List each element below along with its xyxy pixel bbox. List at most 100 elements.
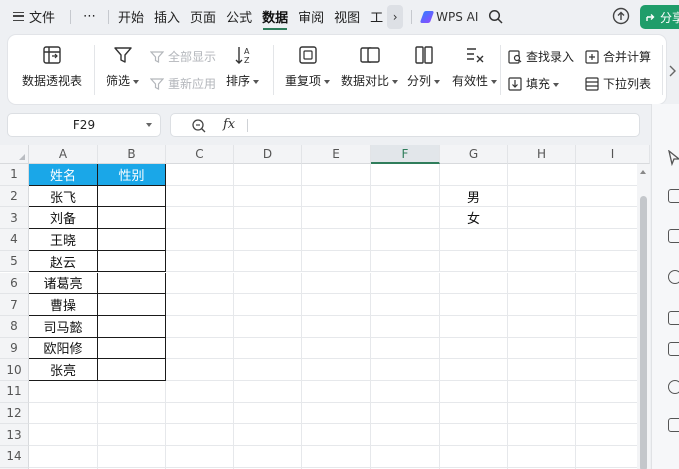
cell-g1[interactable] xyxy=(440,164,508,186)
cell-f11[interactable] xyxy=(371,381,440,403)
consolidate-button[interactable]: 合并计算 xyxy=(585,48,651,65)
lookup-entry-button[interactable]: 查找录入 xyxy=(508,48,574,65)
more-menu[interactable]: ⋯ xyxy=(75,0,104,33)
cell-c4[interactable] xyxy=(166,229,234,251)
wps-ai-button[interactable]: WPS AI xyxy=(416,10,484,24)
tab-page[interactable]: 页面 xyxy=(185,0,221,33)
cell-d1[interactable] xyxy=(234,164,302,186)
cell-f12[interactable] xyxy=(371,402,440,425)
cell-g8[interactable] xyxy=(440,315,508,338)
cell-h8[interactable] xyxy=(508,315,576,338)
column-header-g[interactable]: G xyxy=(440,145,508,164)
cell-c2[interactable] xyxy=(166,185,234,208)
cell-b5[interactable] xyxy=(98,250,166,273)
function-icon[interactable]: fx xyxy=(223,117,235,132)
cell-c9[interactable] xyxy=(166,337,234,360)
compare-button[interactable]: 数据对比 xyxy=(341,44,399,89)
cell-b9[interactable] xyxy=(98,337,166,360)
cell-b14[interactable] xyxy=(98,446,166,468)
tab-formula[interactable]: 公式 xyxy=(221,0,257,33)
row-header-6[interactable]: 6 xyxy=(0,272,29,295)
cell-e13[interactable] xyxy=(302,424,371,447)
row-header-14[interactable]: 14 xyxy=(0,446,29,468)
validity-button[interactable]: 有效性 xyxy=(452,44,498,89)
cell-h6[interactable] xyxy=(508,272,576,295)
cell-g12[interactable] xyxy=(440,402,508,425)
cell-e3[interactable] xyxy=(302,207,371,230)
cell-d3[interactable] xyxy=(234,207,302,230)
row-header-2[interactable]: 2 xyxy=(0,185,29,208)
cell-a5[interactable]: 赵云 xyxy=(29,250,98,273)
cell-h9[interactable] xyxy=(508,337,576,360)
fill-button[interactable]: 填充 xyxy=(508,75,560,92)
cell-a13[interactable] xyxy=(29,424,98,447)
cell-g4[interactable] xyxy=(440,229,508,251)
cell-d14[interactable] xyxy=(234,446,302,468)
cell-g10[interactable] xyxy=(440,359,508,381)
cell-f6[interactable] xyxy=(371,272,440,295)
tab-review[interactable]: 审阅 xyxy=(293,0,329,33)
cell-e11[interactable] xyxy=(302,381,371,403)
column-header-d[interactable]: D xyxy=(234,145,302,164)
cell-e8[interactable] xyxy=(302,315,371,338)
cell-f10[interactable] xyxy=(371,359,440,381)
cell-h12[interactable] xyxy=(508,402,576,425)
cell-b3[interactable] xyxy=(98,207,166,230)
zoom-icon[interactable] xyxy=(191,118,207,134)
tab-home[interactable]: 开始 xyxy=(113,0,149,33)
cell-g6[interactable] xyxy=(440,272,508,295)
cell-e14[interactable] xyxy=(302,446,371,468)
cell-c12[interactable] xyxy=(166,402,234,425)
row-header-9[interactable]: 9 xyxy=(0,337,29,360)
cell-b7[interactable] xyxy=(98,294,166,316)
row-header-3[interactable]: 3 xyxy=(0,207,29,230)
cell-f1[interactable] xyxy=(371,164,440,186)
cell-h5[interactable] xyxy=(508,250,576,273)
cell-b6[interactable] xyxy=(98,272,166,295)
cell-c5[interactable] xyxy=(166,250,234,273)
cell-h1[interactable] xyxy=(508,164,576,186)
column-header-a[interactable]: A xyxy=(29,145,98,164)
cell-a8[interactable]: 司马懿 xyxy=(29,315,98,338)
cell-g7[interactable] xyxy=(440,294,508,316)
cell-f8[interactable] xyxy=(371,315,440,338)
cell-c14[interactable] xyxy=(166,446,234,468)
cell-c1[interactable] xyxy=(166,164,234,186)
cell-e9[interactable] xyxy=(302,337,371,360)
scrollbar-thumb[interactable] xyxy=(640,196,647,469)
cell-d13[interactable] xyxy=(234,424,302,447)
cell-a11[interactable] xyxy=(29,381,98,403)
file-menu[interactable]: 文件 xyxy=(0,0,60,33)
cell-d7[interactable] xyxy=(234,294,302,316)
split-button[interactable]: 分列 xyxy=(407,44,441,89)
cell-h3[interactable] xyxy=(508,207,576,230)
cell-g3[interactable]: 女 xyxy=(440,207,508,230)
shapes-icon[interactable] xyxy=(668,270,679,284)
row-header-11[interactable]: 11 xyxy=(0,381,29,403)
cell-g11[interactable] xyxy=(440,381,508,403)
cell-f4[interactable] xyxy=(371,229,440,251)
cell-c11[interactable] xyxy=(166,381,234,403)
more-tools-icon[interactable] xyxy=(668,418,679,432)
cell-e10[interactable] xyxy=(302,359,371,381)
name-box[interactable]: F29 xyxy=(7,113,161,137)
cell-c13[interactable] xyxy=(166,424,234,447)
cell-d4[interactable] xyxy=(234,229,302,251)
cell-h14[interactable] xyxy=(508,446,576,468)
row-header-13[interactable]: 13 xyxy=(0,424,29,447)
cell-d9[interactable] xyxy=(234,337,302,360)
cloud-upload-icon[interactable] xyxy=(612,7,630,25)
cell-a7[interactable]: 曹操 xyxy=(29,294,98,316)
row-header-7[interactable]: 7 xyxy=(0,294,29,316)
vertical-scrollbar[interactable] xyxy=(637,164,650,469)
row-header-12[interactable]: 12 xyxy=(0,402,29,425)
cell-b1[interactable]: 性别 xyxy=(98,164,166,186)
cell-f3[interactable] xyxy=(371,207,440,230)
cell-a2[interactable]: 张飞 xyxy=(29,185,98,208)
cell-a6[interactable]: 诸葛亮 xyxy=(29,272,98,295)
cell-b12[interactable] xyxy=(98,402,166,425)
select-all-corner[interactable] xyxy=(0,145,29,164)
row-header-4[interactable]: 4 xyxy=(0,229,29,251)
cell-b4[interactable] xyxy=(98,229,166,251)
cell-g2[interactable]: 男 xyxy=(440,185,508,208)
